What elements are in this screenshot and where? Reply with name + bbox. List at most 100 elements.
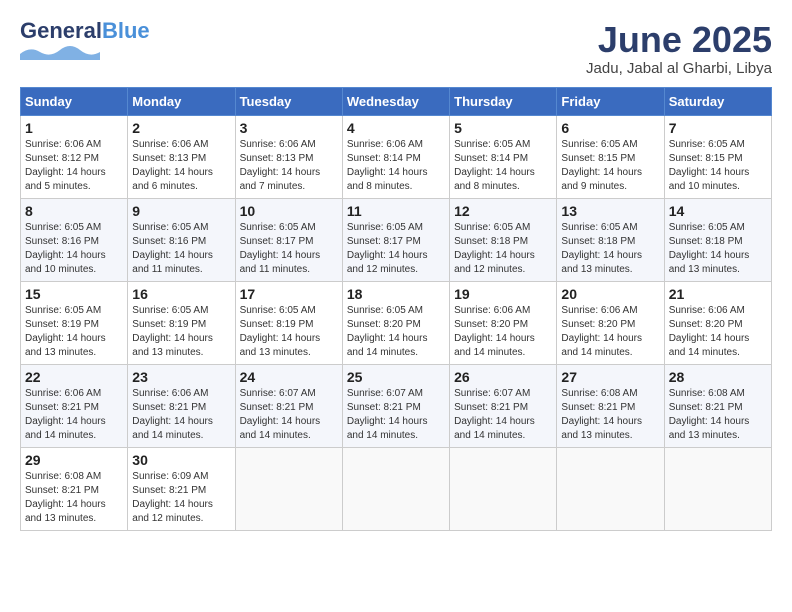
weekday-header: Thursday — [450, 87, 557, 115]
calendar-title: June 2025 — [586, 20, 772, 60]
calendar-day-cell: 24 Sunrise: 6:07 AM Sunset: 8:21 PM Dayl… — [235, 364, 342, 447]
calendar-day-cell — [557, 447, 664, 530]
day-info: Sunrise: 6:09 AM Sunset: 8:21 PM Dayligh… — [132, 471, 213, 524]
calendar-day-cell — [235, 447, 342, 530]
day-number: 24 — [240, 369, 338, 385]
calendar-week-row: 1 Sunrise: 6:06 AM Sunset: 8:12 PM Dayli… — [21, 115, 772, 198]
day-info: Sunrise: 6:05 AM Sunset: 8:19 PM Dayligh… — [240, 305, 321, 358]
calendar-day-cell: 15 Sunrise: 6:05 AM Sunset: 8:19 PM Dayl… — [21, 281, 128, 364]
day-number: 14 — [669, 203, 767, 219]
day-info: Sunrise: 6:05 AM Sunset: 8:18 PM Dayligh… — [561, 222, 642, 275]
day-info: Sunrise: 6:05 AM Sunset: 8:17 PM Dayligh… — [240, 222, 321, 275]
day-info: Sunrise: 6:06 AM Sunset: 8:20 PM Dayligh… — [669, 305, 750, 358]
weekday-header: Monday — [128, 87, 235, 115]
calendar-day-cell: 23 Sunrise: 6:06 AM Sunset: 8:21 PM Dayl… — [128, 364, 235, 447]
day-number: 25 — [347, 369, 445, 385]
day-number: 16 — [132, 286, 230, 302]
weekday-header: Saturday — [664, 87, 771, 115]
day-number: 22 — [25, 369, 123, 385]
day-info: Sunrise: 6:06 AM Sunset: 8:13 PM Dayligh… — [240, 139, 321, 192]
day-number: 17 — [240, 286, 338, 302]
calendar-table: SundayMondayTuesdayWednesdayThursdayFrid… — [20, 87, 772, 531]
calendar-day-cell: 5 Sunrise: 6:05 AM Sunset: 8:14 PM Dayli… — [450, 115, 557, 198]
calendar-day-cell — [450, 447, 557, 530]
day-info: Sunrise: 6:05 AM Sunset: 8:14 PM Dayligh… — [454, 139, 535, 192]
day-info: Sunrise: 6:06 AM Sunset: 8:21 PM Dayligh… — [132, 388, 213, 441]
day-number: 26 — [454, 369, 552, 385]
calendar-week-row: 29 Sunrise: 6:08 AM Sunset: 8:21 PM Dayl… — [21, 447, 772, 530]
calendar-subtitle: Jadu, Jabal al Gharbi, Libya — [586, 60, 772, 77]
day-info: Sunrise: 6:07 AM Sunset: 8:21 PM Dayligh… — [240, 388, 321, 441]
page-header: GeneralBlue June 2025 Jadu, Jabal al Gha… — [20, 20, 772, 77]
day-number: 2 — [132, 120, 230, 136]
day-info: Sunrise: 6:07 AM Sunset: 8:21 PM Dayligh… — [347, 388, 428, 441]
calendar-day-cell: 12 Sunrise: 6:05 AM Sunset: 8:18 PM Dayl… — [450, 198, 557, 281]
day-number: 12 — [454, 203, 552, 219]
calendar-day-cell: 4 Sunrise: 6:06 AM Sunset: 8:14 PM Dayli… — [342, 115, 449, 198]
logo-wave-icon — [20, 42, 110, 60]
day-number: 10 — [240, 203, 338, 219]
day-number: 15 — [25, 286, 123, 302]
day-info: Sunrise: 6:05 AM Sunset: 8:19 PM Dayligh… — [25, 305, 106, 358]
day-number: 28 — [669, 369, 767, 385]
day-info: Sunrise: 6:08 AM Sunset: 8:21 PM Dayligh… — [25, 471, 106, 524]
calendar-week-row: 22 Sunrise: 6:06 AM Sunset: 8:21 PM Dayl… — [21, 364, 772, 447]
day-info: Sunrise: 6:05 AM Sunset: 8:20 PM Dayligh… — [347, 305, 428, 358]
day-info: Sunrise: 6:05 AM Sunset: 8:15 PM Dayligh… — [669, 139, 750, 192]
calendar-day-cell: 6 Sunrise: 6:05 AM Sunset: 8:15 PM Dayli… — [557, 115, 664, 198]
weekday-header: Tuesday — [235, 87, 342, 115]
logo: GeneralBlue — [20, 20, 150, 60]
calendar-day-cell: 18 Sunrise: 6:05 AM Sunset: 8:20 PM Dayl… — [342, 281, 449, 364]
day-number: 29 — [25, 452, 123, 468]
day-info: Sunrise: 6:08 AM Sunset: 8:21 PM Dayligh… — [561, 388, 642, 441]
calendar-day-cell: 1 Sunrise: 6:06 AM Sunset: 8:12 PM Dayli… — [21, 115, 128, 198]
day-number: 18 — [347, 286, 445, 302]
day-info: Sunrise: 6:06 AM Sunset: 8:20 PM Dayligh… — [454, 305, 535, 358]
calendar-day-cell: 9 Sunrise: 6:05 AM Sunset: 8:16 PM Dayli… — [128, 198, 235, 281]
calendar-day-cell: 26 Sunrise: 6:07 AM Sunset: 8:21 PM Dayl… — [450, 364, 557, 447]
logo-text: GeneralBlue — [20, 20, 150, 42]
calendar-day-cell: 17 Sunrise: 6:05 AM Sunset: 8:19 PM Dayl… — [235, 281, 342, 364]
calendar-day-cell: 14 Sunrise: 6:05 AM Sunset: 8:18 PM Dayl… — [664, 198, 771, 281]
weekday-header-row: SundayMondayTuesdayWednesdayThursdayFrid… — [21, 87, 772, 115]
day-number: 5 — [454, 120, 552, 136]
day-info: Sunrise: 6:05 AM Sunset: 8:17 PM Dayligh… — [347, 222, 428, 275]
calendar-day-cell — [342, 447, 449, 530]
calendar-week-row: 15 Sunrise: 6:05 AM Sunset: 8:19 PM Dayl… — [21, 281, 772, 364]
day-info: Sunrise: 6:05 AM Sunset: 8:16 PM Dayligh… — [25, 222, 106, 275]
day-number: 9 — [132, 203, 230, 219]
day-info: Sunrise: 6:06 AM Sunset: 8:20 PM Dayligh… — [561, 305, 642, 358]
day-info: Sunrise: 6:05 AM Sunset: 8:18 PM Dayligh… — [454, 222, 535, 275]
calendar-day-cell: 2 Sunrise: 6:06 AM Sunset: 8:13 PM Dayli… — [128, 115, 235, 198]
weekday-header: Sunday — [21, 87, 128, 115]
calendar-day-cell: 13 Sunrise: 6:05 AM Sunset: 8:18 PM Dayl… — [557, 198, 664, 281]
day-number: 27 — [561, 369, 659, 385]
calendar-day-cell: 22 Sunrise: 6:06 AM Sunset: 8:21 PM Dayl… — [21, 364, 128, 447]
day-info: Sunrise: 6:06 AM Sunset: 8:14 PM Dayligh… — [347, 139, 428, 192]
weekday-header: Friday — [557, 87, 664, 115]
day-number: 11 — [347, 203, 445, 219]
calendar-day-cell: 19 Sunrise: 6:06 AM Sunset: 8:20 PM Dayl… — [450, 281, 557, 364]
day-number: 23 — [132, 369, 230, 385]
calendar-day-cell: 21 Sunrise: 6:06 AM Sunset: 8:20 PM Dayl… — [664, 281, 771, 364]
calendar-week-row: 8 Sunrise: 6:05 AM Sunset: 8:16 PM Dayli… — [21, 198, 772, 281]
calendar-day-cell: 8 Sunrise: 6:05 AM Sunset: 8:16 PM Dayli… — [21, 198, 128, 281]
day-number: 7 — [669, 120, 767, 136]
day-info: Sunrise: 6:08 AM Sunset: 8:21 PM Dayligh… — [669, 388, 750, 441]
calendar-day-cell: 7 Sunrise: 6:05 AM Sunset: 8:15 PM Dayli… — [664, 115, 771, 198]
day-info: Sunrise: 6:05 AM Sunset: 8:19 PM Dayligh… — [132, 305, 213, 358]
day-info: Sunrise: 6:05 AM Sunset: 8:16 PM Dayligh… — [132, 222, 213, 275]
day-number: 4 — [347, 120, 445, 136]
day-number: 8 — [25, 203, 123, 219]
day-number: 1 — [25, 120, 123, 136]
day-info: Sunrise: 6:07 AM Sunset: 8:21 PM Dayligh… — [454, 388, 535, 441]
calendar-day-cell: 29 Sunrise: 6:08 AM Sunset: 8:21 PM Dayl… — [21, 447, 128, 530]
calendar-day-cell — [664, 447, 771, 530]
calendar-day-cell: 28 Sunrise: 6:08 AM Sunset: 8:21 PM Dayl… — [664, 364, 771, 447]
calendar-day-cell: 20 Sunrise: 6:06 AM Sunset: 8:20 PM Dayl… — [557, 281, 664, 364]
calendar-day-cell: 30 Sunrise: 6:09 AM Sunset: 8:21 PM Dayl… — [128, 447, 235, 530]
calendar-day-cell: 27 Sunrise: 6:08 AM Sunset: 8:21 PM Dayl… — [557, 364, 664, 447]
day-info: Sunrise: 6:06 AM Sunset: 8:12 PM Dayligh… — [25, 139, 106, 192]
day-number: 13 — [561, 203, 659, 219]
day-number: 30 — [132, 452, 230, 468]
